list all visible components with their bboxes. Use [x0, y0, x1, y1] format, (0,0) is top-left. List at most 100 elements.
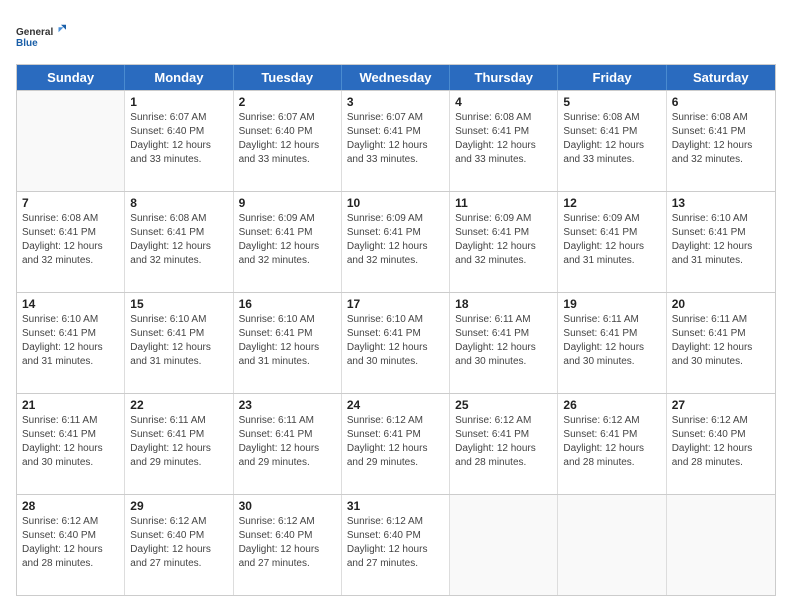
day-number: 21: [22, 398, 119, 412]
page: General Blue SundayMondayTuesdayWednesda…: [0, 0, 792, 612]
calendar-day-cell: 16 Sunrise: 6:10 AMSunset: 6:41 PMDayligh…: [234, 293, 342, 393]
day-number: 6: [672, 95, 770, 109]
calendar-body: 1 Sunrise: 6:07 AMSunset: 6:40 PMDaylight…: [17, 90, 775, 595]
calendar-day-header: Tuesday: [234, 65, 342, 90]
calendar-day-cell: 21Sunrise: 6:11 AMSunset: 6:41 PMDayligh…: [17, 394, 125, 494]
svg-text:General: General: [16, 27, 53, 38]
day-info: Sunrise: 6:07 AMSunset: 6:40 PMDaylight:…: [130, 111, 227, 167]
day-number: 24: [347, 398, 444, 412]
calendar-day-cell: 11 Sunrise: 6:09 AMSunset: 6:41 PMDayligh…: [450, 192, 558, 292]
calendar-day-cell: 18Sunrise: 6:11 AMSunset: 6:41 PMDayligh…: [450, 293, 558, 393]
calendar-day-cell: 2Sunrise: 6:07 AMSunset: 6:40 PMDaylight…: [234, 91, 342, 191]
calendar-day-cell: 31 Sunrise: 6:12 AMSunset: 6:40 PMDayligh…: [342, 495, 450, 595]
day-info: Sunrise: 6:10 AMSunset: 6:41 PMDaylight:…: [347, 313, 444, 369]
day-info: Sunrise: 6:12 AMSunset: 6:41 PMDaylight:…: [563, 414, 660, 470]
day-number: 5: [563, 95, 660, 109]
calendar-day-cell: 27 Sunrise: 6:12 AMSunset: 6:40 PMDayligh…: [667, 394, 775, 494]
day-number: 8: [130, 196, 227, 210]
calendar-day-cell: 5Sunrise: 6:08 AMSunset: 6:41 PMDaylight…: [558, 91, 666, 191]
logo-svg: General Blue: [16, 16, 66, 56]
calendar-day-cell: 9 Sunrise: 6:09 AMSunset: 6:41 PMDaylight…: [234, 192, 342, 292]
day-info: Sunrise: 6:09 AMSunset: 6:41 PMDaylight:…: [347, 212, 444, 268]
day-info: Sunrise: 6:07 AMSunset: 6:41 PMDaylight:…: [347, 111, 444, 167]
day-number: 25: [455, 398, 552, 412]
calendar-day-cell: [450, 495, 558, 595]
calendar-day-cell: 28Sunrise: 6:12 AMSunset: 6:40 PMDayligh…: [17, 495, 125, 595]
day-number: 12: [563, 196, 660, 210]
calendar-day-cell: 24 Sunrise: 6:12 AMSunset: 6:41 PMDayligh…: [342, 394, 450, 494]
day-info: Sunrise: 6:08 AMSunset: 6:41 PMDaylight:…: [672, 111, 770, 167]
day-info: Sunrise: 6:11 AMSunset: 6:41 PMDaylight:…: [130, 414, 227, 470]
day-number: 11: [455, 196, 552, 210]
day-number: 27: [672, 398, 770, 412]
calendar-week-row: 28Sunrise: 6:12 AMSunset: 6:40 PMDayligh…: [17, 494, 775, 595]
calendar-day-cell: 3 Sunrise: 6:07 AMSunset: 6:41 PMDaylight…: [342, 91, 450, 191]
day-number: 3: [347, 95, 444, 109]
calendar-day-cell: 26Sunrise: 6:12 AMSunset: 6:41 PMDayligh…: [558, 394, 666, 494]
calendar-day-cell: 25Sunrise: 6:12 AMSunset: 6:41 PMDayligh…: [450, 394, 558, 494]
day-info: Sunrise: 6:10 AMSunset: 6:41 PMDaylight:…: [239, 313, 336, 369]
day-number: 23: [239, 398, 336, 412]
day-info: Sunrise: 6:12 AMSunset: 6:40 PMDaylight:…: [22, 515, 119, 571]
day-info: Sunrise: 6:07 AMSunset: 6:40 PMDaylight:…: [239, 111, 336, 167]
day-info: Sunrise: 6:08 AMSunset: 6:41 PMDaylight:…: [130, 212, 227, 268]
day-info: Sunrise: 6:10 AMSunset: 6:41 PMDaylight:…: [672, 212, 770, 268]
day-number: 4: [455, 95, 552, 109]
calendar-day-cell: [667, 495, 775, 595]
calendar-day-cell: 12 Sunrise: 6:09 AMSunset: 6:41 PMDayligh…: [558, 192, 666, 292]
day-number: 7: [22, 196, 119, 210]
calendar-day-cell: 14 Sunrise: 6:10 AMSunset: 6:41 PMDayligh…: [17, 293, 125, 393]
day-info: Sunrise: 6:10 AMSunset: 6:41 PMDaylight:…: [130, 313, 227, 369]
calendar-day-cell: 19 Sunrise: 6:11 AMSunset: 6:41 PMDayligh…: [558, 293, 666, 393]
day-number: 30: [239, 499, 336, 513]
day-number: 19: [563, 297, 660, 311]
calendar-day-cell: [558, 495, 666, 595]
day-info: Sunrise: 6:11 AMSunset: 6:41 PMDaylight:…: [672, 313, 770, 369]
day-number: 13: [672, 196, 770, 210]
calendar-day-cell: 15 Sunrise: 6:10 AMSunset: 6:41 PMDayligh…: [125, 293, 233, 393]
calendar-day-header: Friday: [558, 65, 666, 90]
calendar-day-cell: 17Sunrise: 6:10 AMSunset: 6:41 PMDayligh…: [342, 293, 450, 393]
calendar-week-row: 14 Sunrise: 6:10 AMSunset: 6:41 PMDayligh…: [17, 292, 775, 393]
calendar-day-cell: [17, 91, 125, 191]
day-number: 9: [239, 196, 336, 210]
day-number: 31: [347, 499, 444, 513]
calendar-day-cell: 20 Sunrise: 6:11 AMSunset: 6:41 PMDayligh…: [667, 293, 775, 393]
day-number: 15: [130, 297, 227, 311]
day-info: Sunrise: 6:09 AMSunset: 6:41 PMDaylight:…: [455, 212, 552, 268]
day-info: Sunrise: 6:09 AMSunset: 6:41 PMDaylight:…: [239, 212, 336, 268]
day-info: Sunrise: 6:08 AMSunset: 6:41 PMDaylight:…: [22, 212, 119, 268]
calendar-week-row: 1 Sunrise: 6:07 AMSunset: 6:40 PMDaylight…: [17, 90, 775, 191]
day-info: Sunrise: 6:12 AMSunset: 6:41 PMDaylight:…: [347, 414, 444, 470]
calendar-day-header: Saturday: [667, 65, 775, 90]
day-number: 20: [672, 297, 770, 311]
svg-text:Blue: Blue: [16, 38, 38, 49]
day-info: Sunrise: 6:11 AMSunset: 6:41 PMDaylight:…: [239, 414, 336, 470]
day-number: 14: [22, 297, 119, 311]
calendar-week-row: 21 Sunrise: 6:11 AMSunset: 6:41 PMDayligh…: [17, 393, 775, 494]
day-number: 29: [130, 499, 227, 513]
day-info: Sunrise: 6:12 AMSunset: 6:40 PMDaylight:…: [130, 515, 227, 571]
calendar-day-cell: 30Sunrise: 6:12 AMSunset: 6:40 PMDayligh…: [234, 495, 342, 595]
day-info: Sunrise: 6:11 AMSunset: 6:41 PMDaylight:…: [563, 313, 660, 369]
day-number: 10: [347, 196, 444, 210]
calendar-day-header: Monday: [125, 65, 233, 90]
calendar-day-cell: 23 Sunrise: 6:11 AMSunset: 6:41 PMDayligh…: [234, 394, 342, 494]
calendar-day-cell: 7 Sunrise: 6:08 AMSunset: 6:41 PMDaylight…: [17, 192, 125, 292]
header: General Blue: [16, 16, 776, 56]
day-number: 16: [239, 297, 336, 311]
calendar-day-cell: 1 Sunrise: 6:07 AMSunset: 6:40 PMDaylight…: [125, 91, 233, 191]
calendar-day-cell: 8 Sunrise: 6:08 AMSunset: 6:41 PMDaylight…: [125, 192, 233, 292]
day-info: Sunrise: 6:08 AMSunset: 6:41 PMDaylight:…: [455, 111, 552, 167]
calendar-header: SundayMondayTuesdayWednesdayThursdayFrid…: [17, 65, 775, 90]
calendar-day-header: Sunday: [17, 65, 125, 90]
day-info: Sunrise: 6:10 AMSunset: 6:41 PMDaylight:…: [22, 313, 119, 369]
day-number: 18: [455, 297, 552, 311]
calendar-day-header: Wednesday: [342, 65, 450, 90]
day-info: Sunrise: 6:09 AMSunset: 6:41 PMDaylight:…: [563, 212, 660, 268]
day-number: 1: [130, 95, 227, 109]
day-info: Sunrise: 6:12 AMSunset: 6:40 PMDaylight:…: [672, 414, 770, 470]
calendar-week-row: 7 Sunrise: 6:08 AMSunset: 6:41 PMDaylight…: [17, 191, 775, 292]
day-info: Sunrise: 6:12 AMSunset: 6:40 PMDaylight:…: [347, 515, 444, 571]
calendar: SundayMondayTuesdayWednesdayThursdayFrid…: [16, 64, 776, 596]
